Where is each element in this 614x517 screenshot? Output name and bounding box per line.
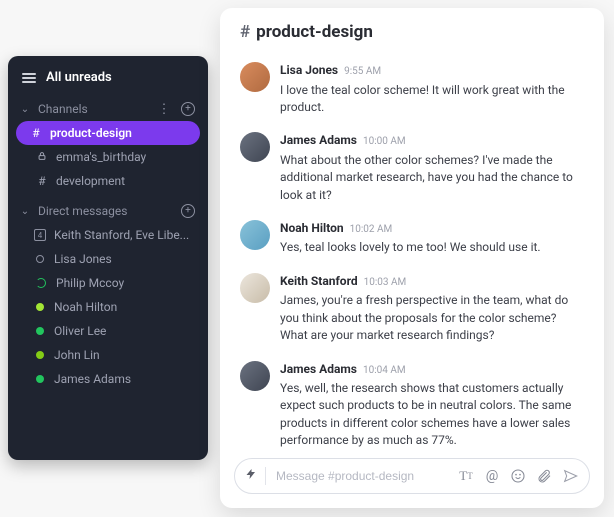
menu-icon[interactable] [22, 71, 36, 85]
message-time: 9:55 AM [344, 65, 381, 80]
channels-add-icon[interactable]: + [180, 101, 196, 117]
lock-icon [36, 150, 48, 164]
hash-icon: # [240, 22, 250, 42]
dm-item-john[interactable]: John Lin [8, 343, 208, 367]
message-time: 10:00 AM [363, 135, 406, 150]
dm-item-noah[interactable]: Noah Hilton [8, 295, 208, 319]
channel-panel: # product-design Lisa Jones 9:55 AM I lo… [220, 8, 604, 508]
message-composer[interactable]: TT @ [234, 458, 590, 494]
channel-product-design[interactable]: # product-design [16, 121, 200, 145]
dm-item-oliver[interactable]: Oliver Lee [8, 319, 208, 343]
dm-item-label: Noah Hilton [54, 300, 117, 314]
composer-area: TT @ [220, 450, 604, 508]
dm-item-group[interactable]: 4 Keith Stanford, Eve Libe... [8, 223, 208, 247]
dm-item-label: Oliver Lee [54, 324, 106, 338]
presence-icon [36, 303, 44, 311]
avatar[interactable] [240, 220, 270, 250]
mention-icon[interactable]: @ [481, 465, 503, 487]
avatar[interactable] [240, 361, 270, 391]
emoji-icon[interactable] [507, 465, 529, 487]
message: Keith Stanford 10:03 AM James, you're a … [240, 265, 584, 353]
dm-item-lisa[interactable]: Lisa Jones [8, 247, 208, 271]
dm-item-label: John Lin [54, 348, 100, 362]
avatar[interactable] [240, 62, 270, 92]
channel-development[interactable]: # development [8, 169, 208, 193]
channel-emmas-birthday[interactable]: emma's_birthday [8, 145, 208, 169]
message-text: What about the other color schemes? I've… [280, 152, 584, 204]
channel-label: emma's_birthday [56, 150, 146, 164]
message-text: James, you're a fresh perspective in the… [280, 292, 584, 344]
channels-more-icon[interactable]: ⋮ [156, 101, 172, 117]
hash-icon: # [36, 174, 48, 188]
dm-item-philip[interactable]: Philip Mccoy [8, 271, 208, 295]
dm-item-james[interactable]: James Adams [8, 367, 208, 391]
dm-section-header[interactable]: ⌄ Direct messages + [8, 199, 208, 223]
dm-add-icon[interactable]: + [180, 203, 196, 219]
message: Lisa Jones 9:55 AM I love the teal color… [240, 54, 584, 124]
presence-icon [36, 351, 44, 359]
sidebar-header: All unreads [8, 70, 208, 97]
presence-icon [36, 375, 44, 383]
send-icon[interactable] [559, 465, 581, 487]
message-text: I love the teal color scheme! It will wo… [280, 82, 584, 117]
unreads-label[interactable]: All unreads [46, 70, 112, 85]
channel-header: # product-design [220, 8, 604, 50]
message-time: 10:03 AM [364, 276, 407, 291]
avatar[interactable] [240, 273, 270, 303]
chevron-down-icon: ⌄ [20, 104, 30, 115]
message: James Adams 10:04 AM Yes, well, the rese… [240, 353, 584, 450]
message-text: Yes, well, the research shows that custo… [280, 380, 584, 450]
group-count-icon: 4 [34, 229, 46, 241]
channel-label: product-design [50, 126, 132, 140]
presence-icon [36, 255, 44, 263]
message-author[interactable]: James Adams [280, 361, 357, 378]
message-time: 10:02 AM [350, 223, 393, 238]
dm-item-label: Keith Stanford, Eve Libe... [54, 228, 189, 242]
message-text: Yes, teal looks lovely to me too! We sho… [280, 239, 584, 256]
dm-item-label: Philip Mccoy [56, 276, 124, 290]
presence-icon [36, 278, 46, 288]
format-icon[interactable]: TT [455, 465, 477, 487]
message-author[interactable]: Noah Hilton [280, 220, 344, 237]
message-author[interactable]: Keith Stanford [280, 273, 358, 290]
message-input[interactable] [270, 469, 451, 483]
sidebar: All unreads ⌄ Channels ⋮ + # product-des… [8, 56, 208, 460]
message-time: 10:04 AM [363, 364, 406, 379]
chevron-down-icon: ⌄ [20, 206, 30, 217]
channel-title: product-design [256, 22, 373, 42]
divider [265, 467, 266, 485]
channels-section-header[interactable]: ⌄ Channels ⋮ + [8, 97, 208, 121]
hash-icon: # [30, 126, 42, 140]
message-author[interactable]: Lisa Jones [280, 62, 338, 79]
message: Noah Hilton 10:02 AM Yes, teal looks lov… [240, 212, 584, 265]
dm-item-label: Lisa Jones [54, 252, 112, 266]
avatar[interactable] [240, 132, 270, 162]
message-author[interactable]: James Adams [280, 132, 357, 149]
shortcuts-icon[interactable] [245, 467, 261, 485]
message: James Adams 10:00 AM What about the othe… [240, 124, 584, 212]
dm-item-label: James Adams [54, 372, 131, 386]
message-list: Lisa Jones 9:55 AM I love the teal color… [220, 50, 604, 450]
channels-section-label: Channels [38, 102, 148, 116]
attach-icon[interactable] [533, 465, 555, 487]
dm-section-label: Direct messages [38, 204, 172, 218]
channel-label: development [56, 174, 125, 188]
presence-icon [36, 327, 44, 335]
